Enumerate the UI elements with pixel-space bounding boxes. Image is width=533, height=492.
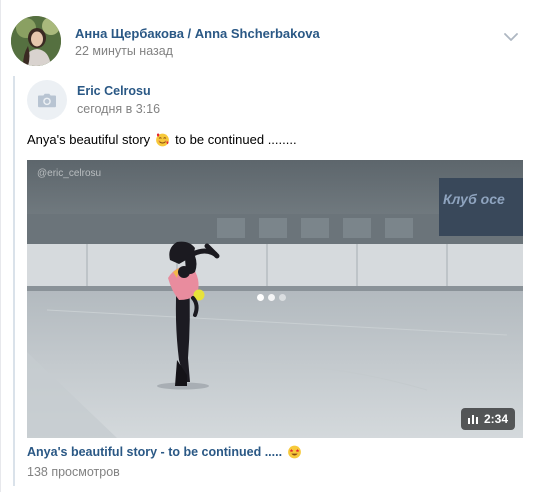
chevron-down-icon[interactable]: [503, 30, 519, 42]
loading-dot: [257, 294, 264, 301]
post-text-main: Anya's beautiful story: [27, 132, 151, 147]
repost-block: Eric Celrosu сегодня в 3:16 Anya's beaut…: [13, 76, 523, 486]
video-duration-badge: 2:34: [460, 408, 515, 430]
smiling-face-with-hearts-icon: [155, 132, 170, 147]
bars-icon: [467, 415, 478, 424]
loading-dot: [268, 294, 275, 301]
video-duration: 2:34: [483, 412, 508, 426]
rink-banner-text: Клуб осе: [443, 191, 505, 207]
loading-dot: [279, 294, 286, 301]
post-author-name[interactable]: Анна Щербакова / Anna Shcherbakova: [75, 26, 320, 41]
repost-timestamp[interactable]: сегодня в 3:16: [77, 102, 160, 116]
loading-indicator: [257, 294, 286, 301]
star-struck-icon: [288, 445, 301, 459]
post-header: Анна Щербакова / Anna Shcherbakova 22 ми…: [11, 14, 533, 66]
video-watermark: @eric_celrosu: [37, 168, 102, 179]
post-text: Anya's beautiful story to be continued .…: [27, 132, 297, 147]
feed-post: Анна Щербакова / Anna Shcherbakova 22 ми…: [0, 0, 533, 492]
camera-icon: [38, 93, 56, 108]
post-text-suffix: to be continued ........: [175, 132, 297, 147]
repost-author-name[interactable]: Eric Celrosu: [77, 84, 151, 98]
author-avatar[interactable]: [11, 16, 61, 66]
video-player[interactable]: Клуб осе @eric_celrosu 2:34: [27, 160, 523, 438]
post-timestamp[interactable]: 22 минуты назад: [75, 44, 173, 58]
rink-banner: Клуб осе: [443, 191, 505, 207]
video-title-link[interactable]: Anya's beautiful story - to be continued…: [27, 444, 302, 459]
video-views: 138 просмотров: [27, 465, 120, 479]
repost-avatar[interactable]: [27, 80, 67, 120]
author-avatar-image: [11, 16, 61, 66]
video-title-text[interactable]: Anya's beautiful story - to be continued…: [27, 445, 282, 459]
